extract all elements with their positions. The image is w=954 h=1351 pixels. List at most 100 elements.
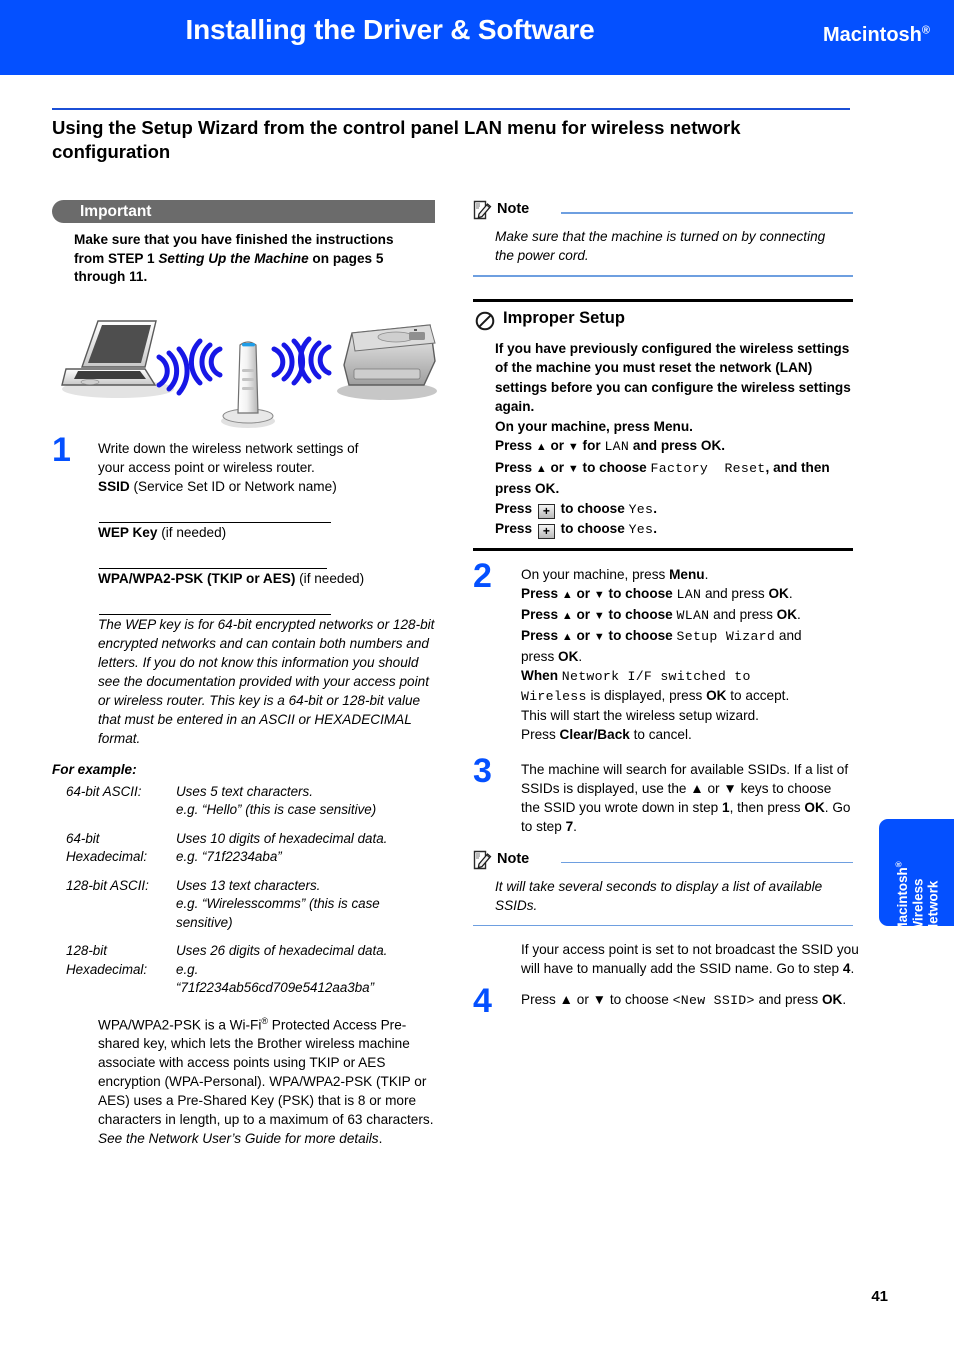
wireless-term: Wireless xyxy=(521,688,587,704)
improper-line-3: Press ▲ or ▼ for LAN and press OK. xyxy=(495,438,726,455)
clear-back-key: Clear/Back xyxy=(559,726,630,742)
note-bottom-rule xyxy=(473,275,853,277)
note-rule xyxy=(561,212,853,214)
step-2-line-2: Press ▲ or ▼ to choose LAN and press OK. xyxy=(521,585,793,602)
step-1-line-2: your access point or wireless router. xyxy=(98,459,315,475)
improper-setup-label: Improper Setup xyxy=(503,308,625,327)
step-2-line-1: On your machine, press Menu. xyxy=(521,565,853,584)
side-tab-line-1: Macintosh xyxy=(894,867,910,934)
example-value: Uses 26 digits of hexadecimal data. e.g.… xyxy=(176,942,426,1008)
improper-line-6: Press + to choose Yes. xyxy=(495,521,658,540)
example-line: Uses 10 digits of hexadecimal data. xyxy=(176,830,388,846)
note-bottom-rule xyxy=(473,924,853,927)
table-row: 64-bit ASCII: Uses 5 text characters. e.… xyxy=(52,783,426,830)
step-1-line-1: Write down the wireless network settings… xyxy=(98,440,359,456)
side-tab-text: Macintosh® Wireless Network xyxy=(892,826,942,933)
example-value: Uses 10 digits of hexadecimal data. e.g.… xyxy=(176,830,426,877)
wpa-description-paragraph: WPA/WPA2-PSK is a Wi-Fi® Protected Acces… xyxy=(98,1012,438,1149)
note-label: Note xyxy=(497,850,530,867)
wireless-network-diagram xyxy=(52,299,440,429)
step-3-text-d: . xyxy=(573,818,577,834)
step-1-number: 1 xyxy=(52,430,71,469)
step-4-text-c: . xyxy=(842,992,847,1008)
note-body-2: It will take several seconds to display … xyxy=(495,878,823,913)
example-key: 128-bit Hexadecimal: xyxy=(66,943,148,977)
page-number: 41 xyxy=(871,1288,888,1305)
important-body: Make sure that you have finished the ins… xyxy=(74,231,419,287)
platform-name: Macintosh xyxy=(822,24,922,46)
important-label: Important xyxy=(80,202,152,220)
step-2-body: On your machine, press Menu. Press ▲ or … xyxy=(521,565,853,744)
step-1-ssid-label: SSID (Service Set ID or Network name) xyxy=(98,477,440,496)
ok-key: OK xyxy=(804,799,825,815)
left-column: Important Make sure that you have finish… xyxy=(52,200,440,1148)
step-2-line-5: press OK. xyxy=(521,648,583,664)
example-line: Uses 5 text characters. xyxy=(176,783,313,799)
platform-label: Macintosh® xyxy=(823,24,930,47)
side-tab-macintosh-wireless-network: Macintosh® Wireless Network xyxy=(879,819,954,933)
wpa-part2: Protected Access Pre-shared key, which l… xyxy=(98,1017,434,1128)
step-2-line-8: This will start the wireless setup wizar… xyxy=(521,707,759,723)
section-rule xyxy=(52,108,850,110)
for-example-label: For example: xyxy=(52,761,137,777)
step-3-body: The machine will search for available SS… xyxy=(521,760,853,836)
wep-rest: (if needed) xyxy=(157,524,227,540)
step-1: 1 Write down the wireless network settin… xyxy=(52,433,440,748)
printer-icon xyxy=(337,323,437,400)
example-line: Uses 26 digits of hexadecimal data. xyxy=(176,943,388,958)
side-tab-line-2: Wireless xyxy=(910,878,926,934)
table-row: 128-bit Hexadecimal: Uses 26 digits of h… xyxy=(52,942,426,1008)
network-switched-term: Network I/F switched to xyxy=(561,668,751,684)
step-4-text-b: and press xyxy=(754,992,822,1008)
wpa-bold: WPA/WPA2-PSK (TKIP or AES) xyxy=(98,570,296,586)
example-line: e.g. “71f2234aba” xyxy=(176,849,282,864)
step-1-body: Write down the wireless network settings… xyxy=(98,439,440,748)
ssid-write-line[interactable] xyxy=(99,496,331,523)
plus-keycap[interactable]: + xyxy=(537,503,555,519)
improper-line-1: If you have previously configured the wi… xyxy=(495,340,851,415)
new-ssid-term: <New SSID> xyxy=(672,993,755,1009)
step-2-line-3: Press ▲ or ▼ to choose WLAN and press OK… xyxy=(521,606,801,623)
step-4-body: Press ▲ or ▼ to choose <New SSID> and pr… xyxy=(521,990,853,1010)
wpa-part1: WPA/WPA2-PSK is a Wi-Fi xyxy=(98,1017,262,1033)
wpa-period: . xyxy=(378,1131,383,1147)
example-value: Uses 13 text characters. e.g. “Wirelessc… xyxy=(176,877,426,943)
example-key: 128-bit ASCII: xyxy=(66,877,149,893)
examples-table: 64-bit ASCII: Uses 5 text characters. e.… xyxy=(52,783,426,1008)
broadcast-paragraph: If your access point is set to not broad… xyxy=(521,940,865,978)
wpa-rest: (if needed) xyxy=(295,570,365,586)
t: On your machine, press xyxy=(521,566,670,582)
table-row: 64-bit Hexadecimal: Uses 10 digits of he… xyxy=(52,830,426,877)
wpa-write-line[interactable] xyxy=(99,588,331,615)
example-value: Uses 5 text characters. e.g. “Hello” (th… xyxy=(176,783,426,830)
wep-bold: WEP Key xyxy=(98,524,158,540)
step-4-number: 4 xyxy=(473,982,492,1021)
note-label: Note xyxy=(497,201,530,217)
note-body-1: Make sure that the machine is turned on … xyxy=(495,229,826,263)
step-4: 4 Press ▲ or ▼ to choose <New SSID> and … xyxy=(473,984,853,1018)
step-2-number: 2 xyxy=(473,556,492,595)
wep-key-label: WEP Key (if needed) xyxy=(98,523,440,542)
example-line: Uses 13 text characters. xyxy=(176,877,321,893)
access-point-icon xyxy=(221,340,275,428)
step-4-text-a: Press ▲ or ▼ to choose xyxy=(521,992,673,1008)
registered-mark: ® xyxy=(921,24,930,37)
broadcast-text-b: . xyxy=(850,961,855,977)
broadcast-text-a: If your access point is set to not broad… xyxy=(521,942,859,977)
improper-setup-header: Improper Setup xyxy=(473,309,853,335)
table-row: 128-bit ASCII: Uses 13 text characters. … xyxy=(52,877,426,943)
step-2: 2 On your machine, press Menu. Press ▲ o… xyxy=(473,559,853,744)
example-line: e.g. “Wirelesscomms” (this is case sensi… xyxy=(176,896,380,930)
wep-write-line[interactable] xyxy=(99,542,327,569)
plus-keycap[interactable]: + xyxy=(537,524,555,540)
wpa-key-label: WPA/WPA2-PSK (TKIP or AES) (if needed) xyxy=(98,569,440,588)
example-key: 64-bit Hexadecimal: xyxy=(66,830,148,865)
ssid-bold: SSID xyxy=(98,478,130,494)
wep-explanation: The WEP key is for 64-bit encrypted netw… xyxy=(98,616,435,746)
side-tab-line-3: Network xyxy=(925,880,941,934)
wpa-italic-tail: See the Network User’s Guide for more de… xyxy=(98,1131,379,1147)
step-3: 3 The machine will search for available … xyxy=(473,754,853,836)
step-3-number: 3 xyxy=(473,751,492,790)
ok-key: OK xyxy=(821,992,843,1008)
step-3-text-b: , then press xyxy=(729,799,805,815)
